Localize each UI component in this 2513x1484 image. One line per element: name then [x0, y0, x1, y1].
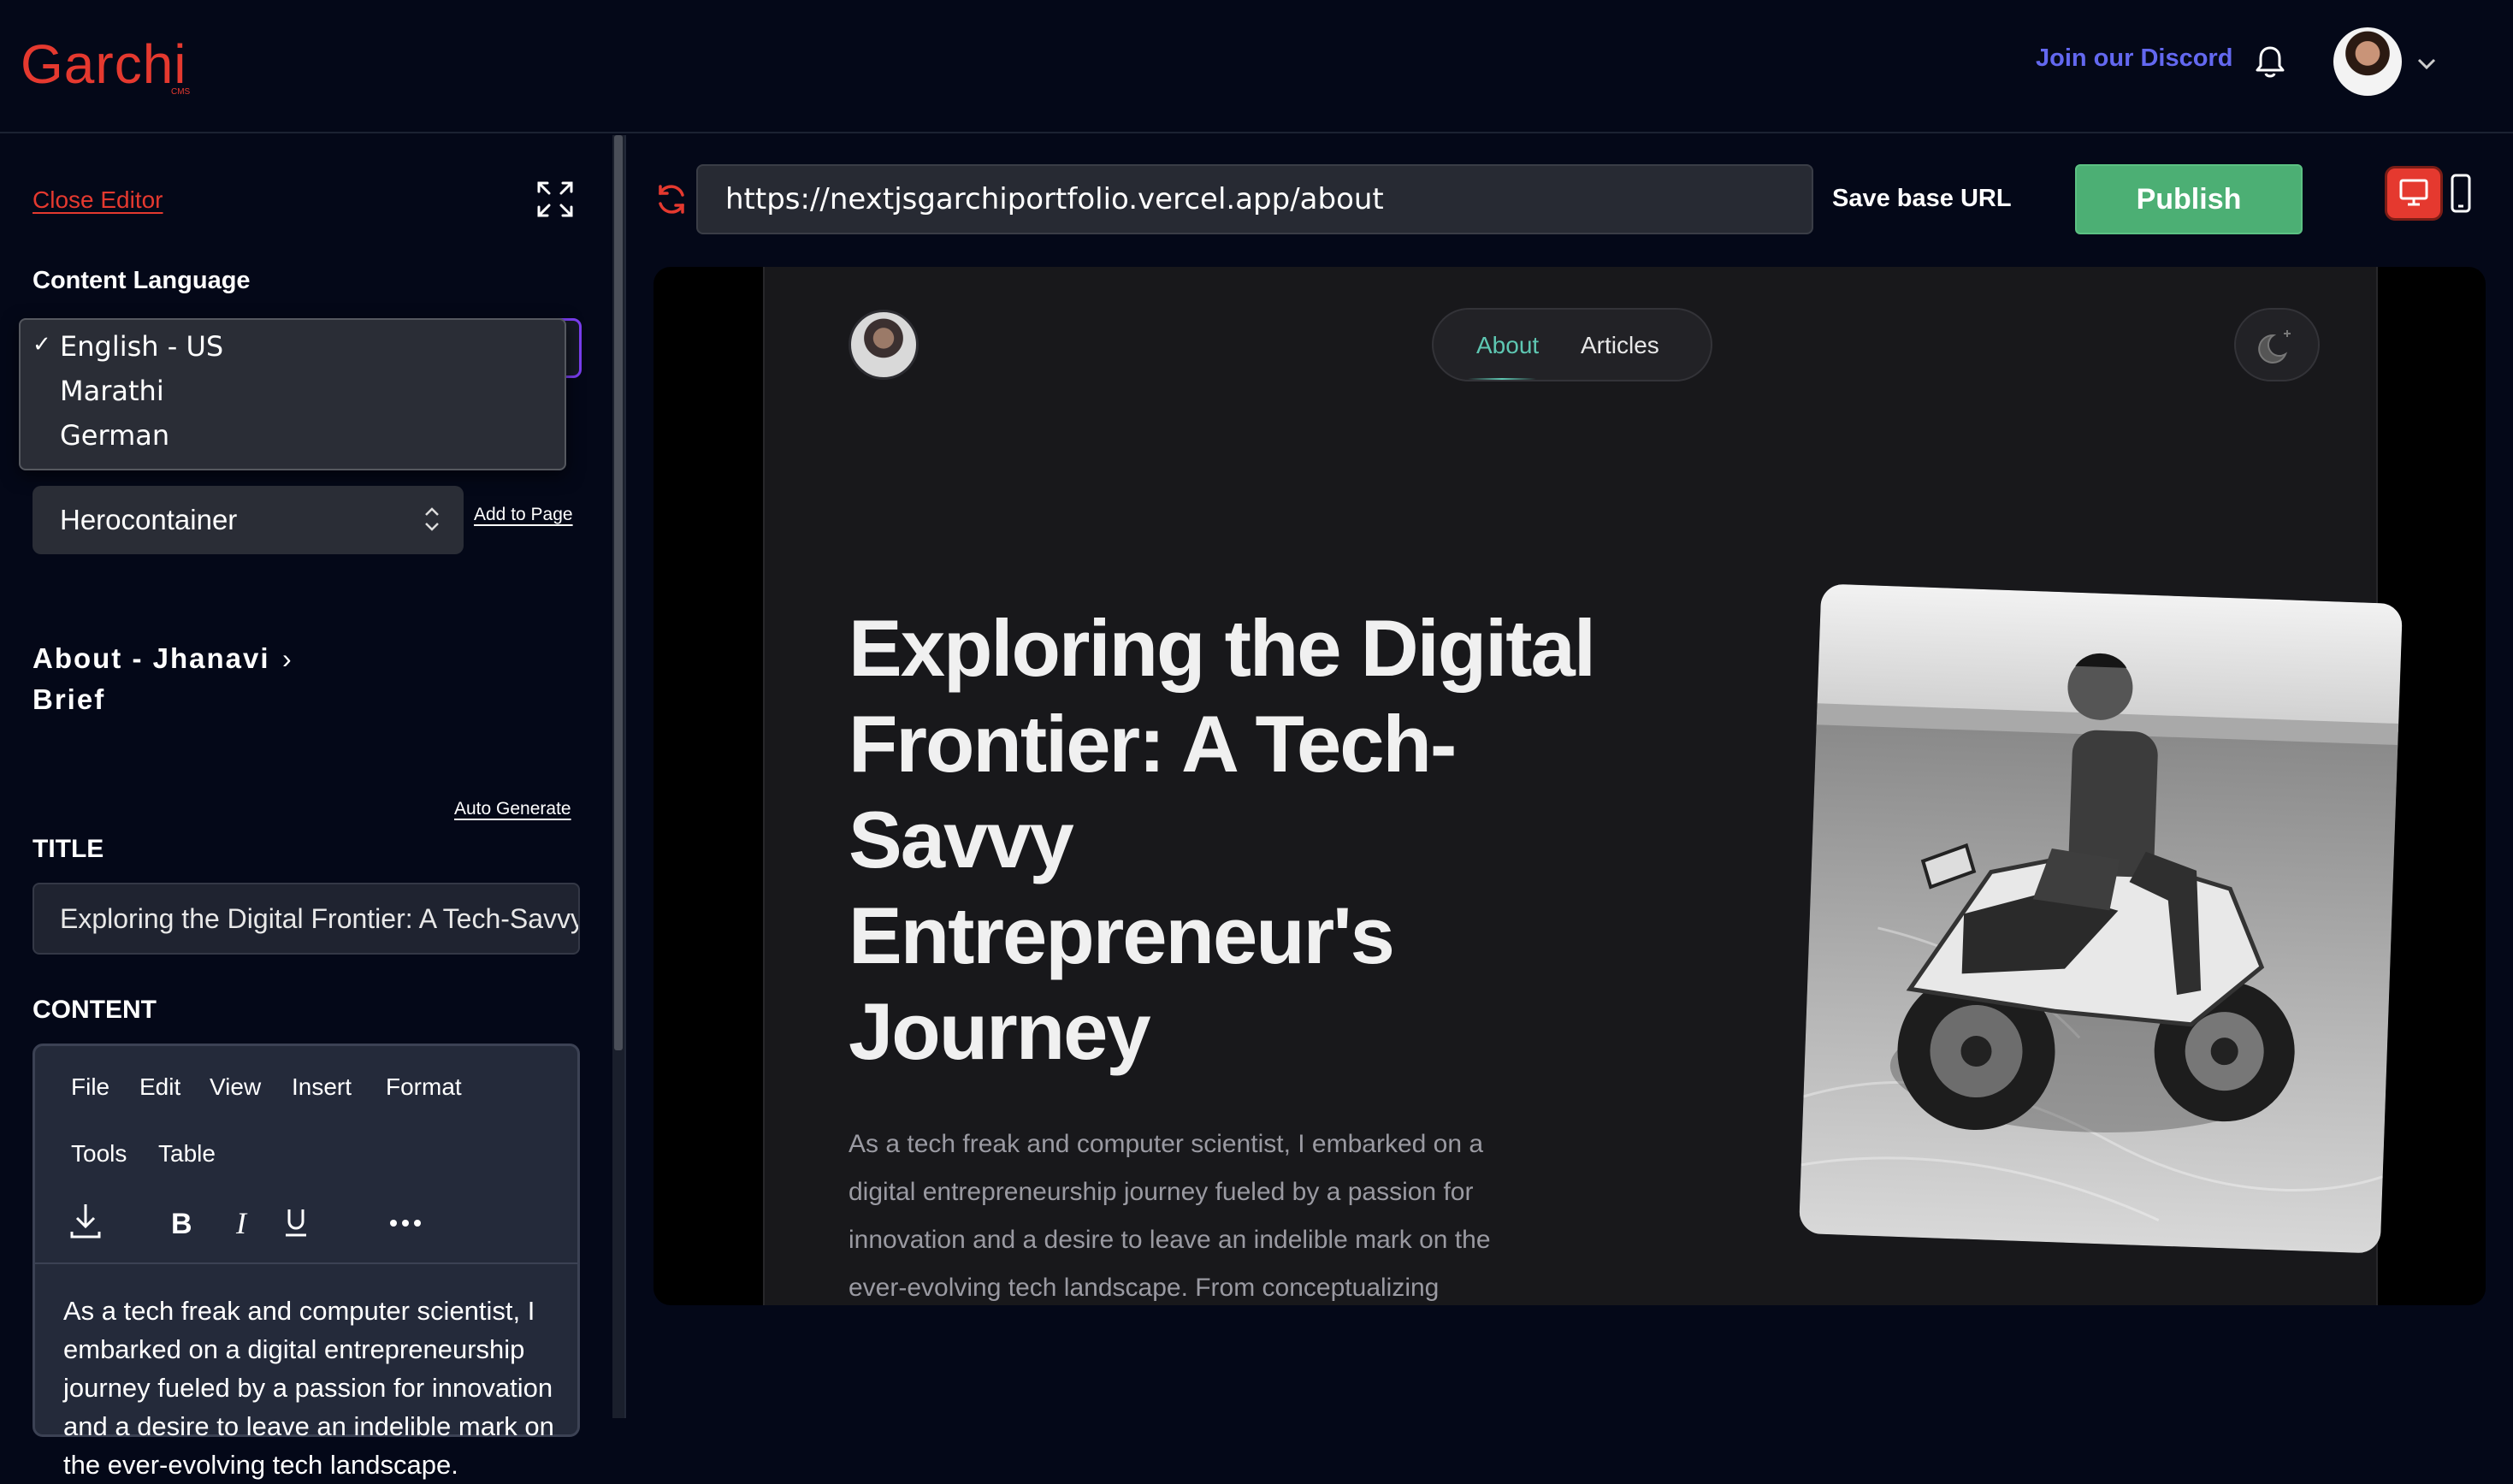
download-icon[interactable]	[70, 1204, 101, 1239]
bell-icon[interactable]	[2253, 43, 2287, 80]
user-avatar[interactable]	[2333, 27, 2402, 96]
menu-tools[interactable]: Tools	[71, 1140, 127, 1168]
preview-nav: About Articles	[1432, 308, 1712, 381]
content-field-label: CONTENT	[33, 996, 157, 1024]
top-header: Garchi CMS Join our Discord	[0, 0, 2513, 133]
editor-content[interactable]: As a tech freak and computer scientist, …	[63, 1292, 559, 1484]
page-title-text: About - Jhanavi Brief	[33, 642, 270, 715]
refresh-icon[interactable]	[653, 181, 689, 217]
hero-heading: Exploring the Digital Frontier: A Tech-S…	[849, 603, 1596, 1076]
chevron-down-icon[interactable]	[2415, 55, 2438, 72]
title-field-label: TITLE	[33, 835, 104, 863]
title-input[interactable]: Exploring the Digital Frontier: A Tech-S…	[33, 883, 580, 955]
menu-edit[interactable]: Edit	[139, 1073, 180, 1101]
nav-active-indicator	[1468, 378, 1536, 380]
site-preview[interactable]: About Articles Exploring the Digital Fro…	[653, 267, 2486, 1305]
check-icon: ✓	[33, 332, 51, 358]
moon-icon	[2258, 330, 2291, 364]
preview-page: About Articles Exploring the Digital Fro…	[763, 267, 2404, 1305]
save-base-url-button[interactable]: Save base URL	[1832, 185, 2012, 213]
auto-generate-button[interactable]: Auto Generate	[454, 799, 571, 819]
close-editor-link[interactable]: Close Editor	[33, 186, 163, 214]
menu-format[interactable]: Format	[386, 1073, 462, 1101]
menu-view[interactable]: View	[210, 1073, 261, 1101]
chevron-right-icon: ›	[282, 643, 293, 674]
content-language-label: Content Language	[33, 267, 251, 294]
desktop-view-icon[interactable]	[2385, 166, 2443, 221]
theme-toggle[interactable]	[2234, 308, 2320, 381]
updown-chevron-icon	[425, 507, 439, 531]
language-option[interactable]: English - US	[60, 330, 223, 363]
menu-file[interactable]: File	[71, 1073, 109, 1101]
editor-divider	[35, 1262, 577, 1264]
italic-icon[interactable]: I	[235, 1206, 248, 1240]
hero-paragraph: As a tech freak and computer scientist, …	[849, 1130, 1491, 1302]
menu-insert[interactable]: Insert	[292, 1073, 352, 1101]
language-dropdown[interactable]: ✓ English - US Marathi German	[19, 318, 566, 470]
sidebar-scroll-thumb[interactable]	[614, 135, 623, 1050]
menu-table[interactable]: Table	[158, 1140, 216, 1168]
hero-photo	[1798, 583, 2404, 1254]
panel-divider	[624, 135, 626, 1418]
language-option[interactable]: Marathi	[60, 375, 164, 407]
bold-icon[interactable]: B	[171, 1208, 192, 1240]
nav-about[interactable]: About	[1476, 332, 1539, 359]
mobile-view-icon[interactable]	[2448, 173, 2474, 214]
page-breadcrumb-title[interactable]: About - Jhanavi Brief ›	[33, 638, 340, 720]
base-url-input[interactable]: https://nextjsgarchiportfolio.vercel.app…	[696, 164, 1813, 234]
logo-subtitle: CMS	[171, 87, 191, 97]
nav-articles[interactable]: Articles	[1581, 332, 1659, 359]
garchi-logo[interactable]: Garchi	[21, 33, 187, 96]
section-select-value: Herocontainer	[60, 504, 238, 535]
preview-avatar[interactable]	[849, 310, 919, 380]
publish-button[interactable]: Publish	[2075, 164, 2303, 234]
more-icon[interactable]	[390, 1220, 421, 1227]
language-option[interactable]: German	[60, 419, 169, 452]
editor-toolbar: B I	[70, 1204, 421, 1240]
add-to-page-button[interactable]: Add to Page	[474, 505, 573, 525]
discord-link[interactable]: Join our Discord	[2036, 44, 2232, 73]
expand-icon[interactable]	[535, 180, 575, 219]
underline-icon[interactable]	[286, 1209, 306, 1237]
